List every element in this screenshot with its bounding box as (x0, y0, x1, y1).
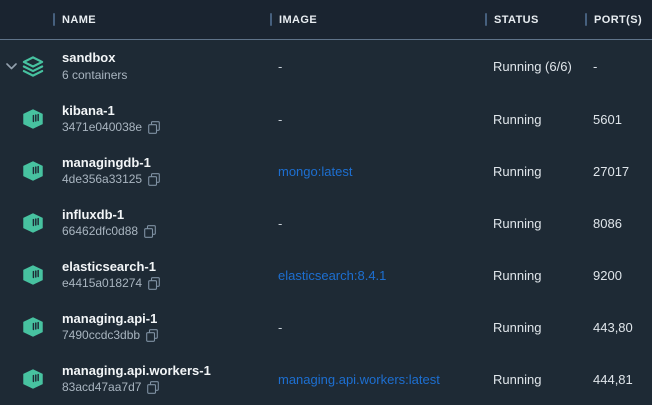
table-row[interactable]: managingdb-1 4de356a33125 mongo:latest R… (0, 145, 652, 197)
container-name: managing.api.workers-1 (62, 363, 211, 379)
ports-text: 27017 (585, 164, 652, 179)
status-text: Running (485, 112, 585, 127)
compose-stack-icon (22, 56, 44, 78)
container-cube-icon (22, 264, 44, 286)
container-name: influxdb-1 (62, 207, 156, 223)
table-row[interactable]: managing.api.workers-1 83acd47aa7d7 mana… (0, 353, 652, 405)
status-text: Running (485, 320, 585, 335)
image-cell: - (270, 216, 485, 231)
copy-icon[interactable] (144, 225, 156, 238)
table-row[interactable]: managing.api-1 7490ccdc3dbb - Running 44… (0, 301, 652, 353)
table-row[interactable]: sandbox 6 containers - Running (6/6) - (0, 40, 652, 93)
chevron-down-icon[interactable] (0, 63, 22, 70)
container-cube-icon (22, 212, 44, 234)
image-cell: - (270, 59, 485, 74)
column-divider (485, 13, 487, 26)
image-cell: mongo:latest (270, 164, 485, 179)
status-text: Running (485, 216, 585, 231)
container-id: 4de356a33125 (62, 172, 142, 187)
container-cube-icon (22, 108, 44, 130)
stack-name: sandbox (62, 50, 127, 66)
stack-container-count: 6 containers (62, 68, 127, 83)
ports-text: 5601 (585, 112, 652, 127)
column-divider (585, 13, 587, 26)
status-text: Running (6/6) (485, 59, 585, 74)
container-id: 66462dfc0d88 (62, 224, 138, 239)
column-header-ports[interactable]: PORT(S) (585, 13, 652, 26)
container-name: managing.api-1 (62, 311, 158, 327)
copy-icon[interactable] (146, 329, 158, 342)
table-header: NAME IMAGE STATUS PORT(S) (0, 0, 652, 40)
column-header-image[interactable]: IMAGE (270, 13, 485, 26)
status-text: Running (485, 372, 585, 387)
container-cube-icon (22, 316, 44, 338)
ports-text: - (585, 59, 652, 74)
image-cell: elasticsearch:8.4.1 (270, 268, 485, 283)
column-header-name[interactable]: NAME (0, 13, 270, 26)
copy-icon[interactable] (148, 173, 160, 186)
column-divider (53, 13, 55, 26)
column-header-status[interactable]: STATUS (485, 13, 585, 26)
table-row[interactable]: elasticsearch-1 e4415a018274 elasticsear… (0, 249, 652, 301)
table-row[interactable]: influxdb-1 66462dfc0d88 - Running 8086 (0, 197, 652, 249)
container-id: e4415a018274 (62, 276, 142, 291)
containers-table: NAME IMAGE STATUS PORT(S) (0, 0, 652, 405)
container-cube-icon (22, 368, 44, 390)
container-id: 7490ccdc3dbb (62, 328, 140, 343)
ports-text: 9200 (585, 268, 652, 283)
image-link[interactable]: managing.api.workers:latest (278, 372, 440, 387)
container-name: kibana-1 (62, 103, 160, 119)
column-label: STATUS (494, 14, 539, 26)
column-label: IMAGE (279, 14, 317, 26)
image-link[interactable]: mongo:latest (278, 164, 352, 179)
ports-text: 443,80 (585, 320, 652, 335)
copy-icon[interactable] (148, 121, 160, 134)
status-text: Running (485, 164, 585, 179)
copy-icon[interactable] (148, 277, 160, 290)
image-cell: managing.api.workers:latest (270, 372, 485, 387)
container-id: 83acd47aa7d7 (62, 380, 141, 395)
image-cell: - (270, 320, 485, 335)
copy-icon[interactable] (147, 381, 159, 394)
container-cube-icon (22, 160, 44, 182)
image-cell: - (270, 112, 485, 127)
column-label: NAME (62, 14, 96, 26)
image-link[interactable]: elasticsearch:8.4.1 (278, 268, 386, 283)
container-id: 3471e040038e (62, 120, 142, 135)
table-row[interactable]: kibana-1 3471e040038e - Running 5601 (0, 93, 652, 145)
column-label: PORT(S) (594, 14, 642, 26)
ports-text: 444,81 (585, 372, 652, 387)
column-divider (270, 13, 272, 26)
status-text: Running (485, 268, 585, 283)
container-name: managingdb-1 (62, 155, 160, 171)
container-name: elasticsearch-1 (62, 259, 160, 275)
ports-text: 8086 (585, 216, 652, 231)
